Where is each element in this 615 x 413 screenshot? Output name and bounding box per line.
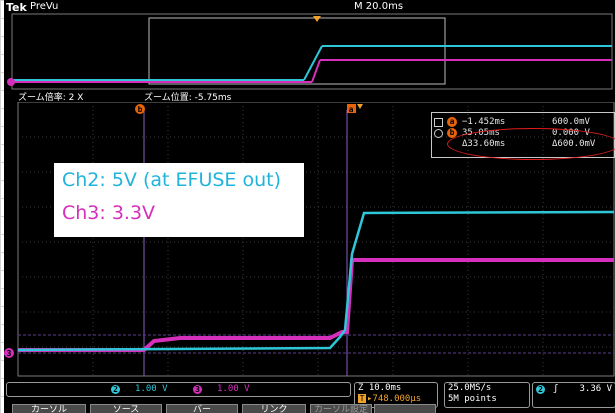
trigger-slope-icon: ʃ xyxy=(553,384,559,394)
trigger-level: 3.36 V xyxy=(579,384,612,394)
zoom-info-bar: ズーム倍率: 2 X ズーム位置: -5.75ms xyxy=(4,90,615,103)
acquisition-settings[interactable]: 25.0MS/s 5M points xyxy=(444,382,530,408)
cursor-b-marker-label: b xyxy=(138,105,143,114)
cursor-a-value: 600.0mV xyxy=(552,117,590,127)
oscilloscope-screen: Tek PreVu M 20.0ms ズーム倍率: 2 X ズーム位置: -5.… xyxy=(4,0,615,413)
delay-badge: T xyxy=(358,394,366,403)
record-length: 5M points xyxy=(448,394,497,404)
softkey-link[interactable]: リンク xyxy=(242,404,306,413)
softkey-empty[interactable] xyxy=(374,404,436,413)
settings-bar: 2 1.00 V 3 1.00 V Z 10.0ms T ▸748.000µs 2… xyxy=(4,378,615,413)
sample-rate: 25.0MS/s xyxy=(448,383,492,393)
ch3-scale: 1.00 V xyxy=(217,384,250,394)
annotation-ch3: Ch3: 3.3V xyxy=(62,202,156,224)
trigger-settings[interactable]: 2 ʃ 3.36 V xyxy=(532,382,615,408)
cursor-circle-icon xyxy=(434,129,443,138)
horizontal-delay: T ▸748.000µs xyxy=(358,394,421,404)
delay-value: ▸748.000µs xyxy=(367,394,422,404)
ch2-badge: 2 xyxy=(111,385,120,394)
softkey-source[interactable]: ソース xyxy=(90,404,162,413)
zoom-window-bracket[interactable] xyxy=(148,17,446,85)
softkey-bar[interactable]: バー xyxy=(166,404,238,413)
overview-trigger-marker xyxy=(313,16,321,22)
overview-ch3-ground-marker xyxy=(7,78,15,86)
softkey-cursor[interactable]: カーソル xyxy=(12,404,86,413)
cursor-a-time: −1.452ms xyxy=(462,117,506,127)
cursor-a-badge: a xyxy=(447,117,457,127)
trigger-source: 2 xyxy=(536,385,545,394)
overview-waveform-window xyxy=(7,13,613,90)
horizontal-scale: Z 10.0ms xyxy=(358,383,402,393)
ch3-badge: 3 xyxy=(193,385,202,394)
ch3-ground-label: 3 xyxy=(7,349,12,358)
annotation-ch2: Ch2: 5V (at EFUSE out) xyxy=(62,169,281,191)
annotation-textbox: Ch2: 5V (at EFUSE out) Ch3: 3.3V xyxy=(54,163,304,237)
trigger-position-marker xyxy=(357,104,363,109)
cursor-a-marker-label: a xyxy=(349,105,354,114)
ch2-scale: 1.00 V xyxy=(135,384,168,394)
channel-settings[interactable]: 2 1.00 V 3 1.00 V xyxy=(6,382,351,397)
cursor-square-icon xyxy=(434,118,443,127)
softkey-cursor-setup[interactable]: カーソル設定 xyxy=(310,404,372,413)
ch3-trace xyxy=(18,258,614,352)
annotation-ellipse xyxy=(447,128,615,160)
overview-frame xyxy=(11,13,613,90)
